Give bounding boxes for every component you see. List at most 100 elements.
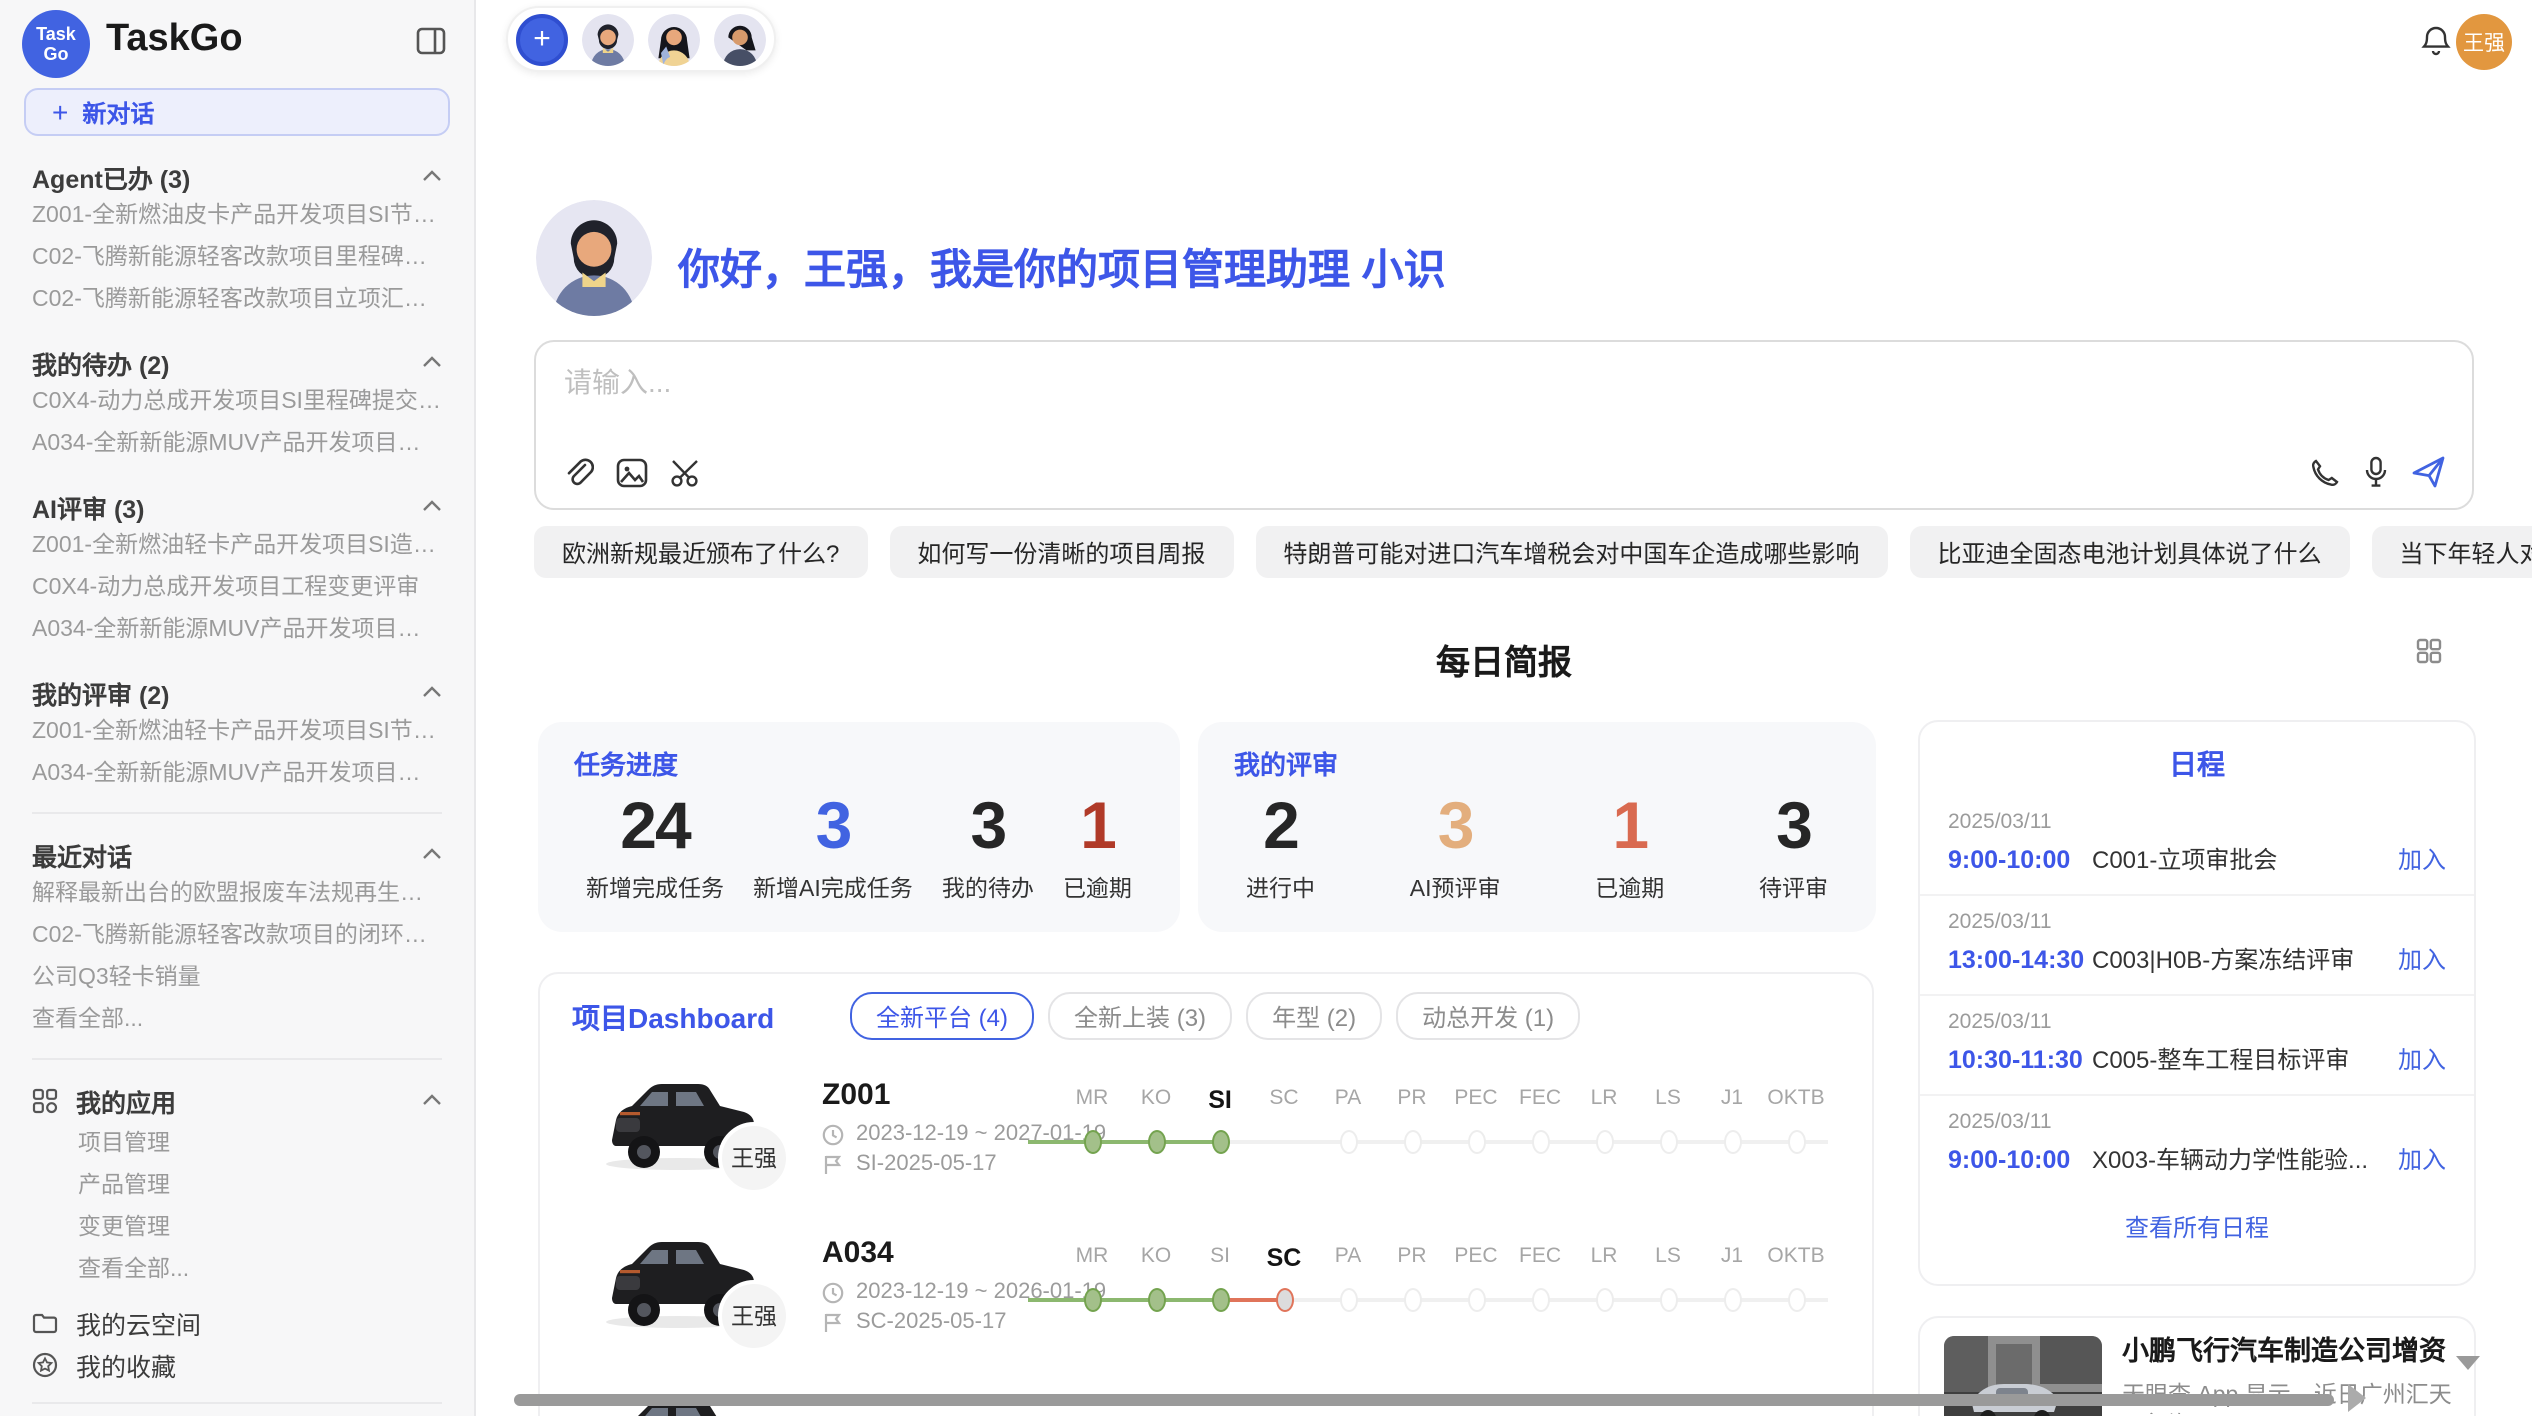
app-item-change-mgmt[interactable]: 变更管理	[32, 1204, 442, 1246]
sidebar-item[interactable]: A034-全新新能源MUV产品开发项目计划变更表编写	[32, 424, 442, 466]
avatar[interactable]	[648, 13, 700, 65]
clock-icon	[822, 1123, 844, 1145]
daily-briefing-title: 每日简报	[534, 634, 2474, 684]
chevron-up-icon	[422, 1094, 442, 1106]
phone-icon[interactable]	[2310, 457, 2340, 487]
sidebar-item[interactable]: Z001-全新燃油皮卡产品开发项目SI节点Lesson Learn报告	[32, 196, 442, 238]
join-link[interactable]: 加入	[2398, 942, 2446, 976]
avatar[interactable]	[714, 13, 766, 65]
folder-icon	[32, 1312, 58, 1334]
recent-chat-item[interactable]: C02-飞腾新能源轻客改款项目的闭环通告反馈情况	[32, 916, 442, 958]
user-avatar[interactable]: 王强	[2456, 14, 2512, 70]
app-item-product-mgmt[interactable]: 产品管理	[32, 1162, 442, 1204]
chevron-up-icon	[422, 170, 442, 182]
section-label: AI评审 (3)	[32, 487, 145, 525]
section-header-my-apps[interactable]: 我的应用	[32, 1080, 442, 1120]
stat-new-ai-completed: 3新增AI完成任务	[753, 786, 913, 904]
layout-grid-icon[interactable]	[2416, 638, 2442, 664]
star-icon	[32, 1352, 58, 1378]
app-title: TaskGo	[106, 18, 243, 62]
apps-view-all[interactable]: 查看全部...	[32, 1246, 442, 1288]
view-all-schedule-link[interactable]: 查看所有日程	[1920, 1210, 2474, 1244]
sidebar-item[interactable]: Z001-全新燃油轻卡产品开发项目SI节点属性5D文件评审	[32, 712, 442, 754]
sidebar-item[interactable]: C0X4-动力总成开发项目工程变更评审	[32, 568, 442, 610]
schedule-item: 2025/03/11 10:30-11:30 C005-整车工程目标评审 加入	[1920, 994, 2474, 1094]
suggestion-chip[interactable]: 欧洲新规最近颁布了什么?	[534, 526, 867, 578]
tab-new-body[interactable]: 全新上装 (3)	[1048, 992, 1232, 1040]
join-link[interactable]: 加入	[2398, 1142, 2446, 1176]
project-name[interactable]: Z001	[822, 1078, 890, 1112]
sidebar-item-favorites[interactable]: 我的收藏	[32, 1344, 442, 1386]
project-owner-badge: 王强	[718, 1122, 790, 1194]
project-flag-date: SC-2025-05-17	[822, 1310, 1006, 1334]
chevron-up-icon	[422, 848, 442, 860]
project-owner-badge: 王强	[718, 1280, 790, 1352]
user-name: 王强	[2463, 27, 2505, 57]
suggestion-chip[interactable]: 比亚迪全固态电池计划具体说了什么	[1909, 526, 2349, 578]
sidebar-item[interactable]: A034-全新新能源MUV产品开发项目造型可行性评审	[32, 754, 442, 796]
suggestion-chips: 欧洲新规最近颁布了什么? 如何写一份清晰的项目周报 特朗普可能对进口汽车增税会对…	[534, 526, 2474, 578]
stat-in-progress: 2进行中	[1246, 786, 1315, 904]
section-label: 我的待办 (2)	[32, 343, 170, 381]
clock-icon	[822, 1281, 844, 1303]
section-label: 最近对话	[32, 835, 132, 873]
assistant-avatar	[536, 200, 652, 316]
sidebar-item[interactable]: Z001-全新燃油轻卡产品开发项目SI造型提交物评审	[32, 526, 442, 568]
new-chat-button[interactable]: + 新对话	[24, 88, 450, 136]
suggestion-chip[interactable]: 如何写一份清晰的项目周报	[889, 526, 1233, 578]
schedule-name: C003|H0B-方案冻结评审	[2092, 942, 2398, 976]
microphone-icon[interactable]	[2364, 456, 2388, 488]
schedule-time: 9:00-10:00	[1948, 845, 2092, 873]
chat-input[interactable]	[560, 358, 2128, 442]
sidebar-item[interactable]: C02-飞腾新能源轻客改款项目里程碑画布	[32, 238, 442, 280]
project-name[interactable]: A034	[822, 1236, 894, 1270]
paperclip-icon[interactable]	[562, 456, 594, 488]
app-item-project-mgmt[interactable]: 项目管理	[32, 1120, 442, 1162]
tab-model-year[interactable]: 年型 (2)	[1246, 992, 1382, 1040]
schedule-time: 10:30-11:30	[1948, 1045, 2092, 1073]
sidebar-collapse-icon[interactable]	[416, 26, 446, 56]
greeting-text: 你好，王强，我是你的项目管理助理 小识	[678, 238, 1446, 298]
flag-icon	[822, 1311, 844, 1333]
sidebar-body: Agent已办 (3) Z001-全新燃油皮卡产品开发项目SI节点Lesson …	[0, 156, 474, 1416]
suggestion-chip[interactable]: 当下年轻人对汽车外观有怎样的喜好趋势	[2371, 526, 2532, 578]
new-chat-label: 新对话	[82, 95, 154, 129]
section-header-my-todo[interactable]: 我的待办 (2)	[32, 342, 442, 382]
image-icon[interactable]	[616, 457, 648, 487]
section-header-ai-review[interactable]: AI评审 (3)	[32, 486, 442, 526]
add-session-button[interactable]: +	[516, 13, 568, 65]
tab-powertrain[interactable]: 动总开发 (1)	[1396, 992, 1580, 1040]
recent-chat-item[interactable]: 解释最新出台的欧盟报废车法规再生塑料比例被调至15%...	[32, 874, 442, 916]
sidebar-item[interactable]: A034-全新新能源MUV产品开发项目法规符合性评审	[32, 610, 442, 652]
suggestion-chip[interactable]: 特朗普可能对进口汽车增税会对中国车企造成哪些影响	[1255, 526, 1887, 578]
recent-view-all[interactable]: 查看全部...	[32, 1000, 442, 1042]
section-header-agent-done[interactable]: Agent已办 (3)	[32, 156, 442, 196]
session-avatar-bar: +	[506, 6, 776, 72]
scissors-icon[interactable]	[670, 457, 704, 487]
section-header-recent-chats[interactable]: 最近对话	[32, 834, 442, 874]
send-icon[interactable]	[2412, 456, 2446, 488]
join-link[interactable]: 加入	[2398, 842, 2446, 876]
schedule-date: 2025/03/11	[1948, 1110, 2446, 1134]
avatar[interactable]	[582, 13, 634, 65]
scroll-right-arrow-icon[interactable]	[2348, 1384, 2366, 1412]
join-link[interactable]: 加入	[2398, 1042, 2446, 1076]
sidebar-item-cloud-space[interactable]: 我的云空间	[32, 1302, 442, 1344]
recent-chat-item[interactable]: 公司Q3轻卡销量	[32, 958, 442, 1000]
horizontal-scrollbar[interactable]	[514, 1394, 2334, 1406]
grid-icon	[32, 1087, 58, 1113]
sidebar: Task Go TaskGo + 新对话 Agent已办 (3) Z001-全新…	[0, 0, 476, 1416]
project-dashboard-card: 项目Dashboard 全新平台 (4) 全新上装 (3) 年型 (2) 动总开…	[538, 972, 1874, 1416]
sidebar-item[interactable]: C02-飞腾新能源轻客改款项目立项汇报方案	[32, 280, 442, 322]
sidebar-item[interactable]: C0X4-动力总成开发项目SI里程碑提交物检查	[32, 382, 442, 424]
app-window: Task Go TaskGo + 新对话 Agent已办 (3) Z001-全新…	[0, 0, 2532, 1416]
milestone-chain: MR KO SI SC PA PR PEC FEC LR LS J1 OKTB	[1060, 1244, 1828, 1324]
tab-new-platform[interactable]: 全新平台 (4)	[850, 992, 1034, 1040]
bell-icon[interactable]	[2420, 24, 2452, 58]
schedule-item: 2025/03/11 13:00-14:30 C003|H0B-方案冻结评审 加…	[1920, 894, 2474, 994]
scroll-down-arrow-icon[interactable]	[2456, 1356, 2480, 1370]
section-header-my-review[interactable]: 我的评审 (2)	[32, 672, 442, 712]
plus-icon: +	[533, 22, 551, 56]
logo-text-bottom: Go	[44, 44, 69, 64]
app-logo: Task Go	[22, 10, 90, 78]
